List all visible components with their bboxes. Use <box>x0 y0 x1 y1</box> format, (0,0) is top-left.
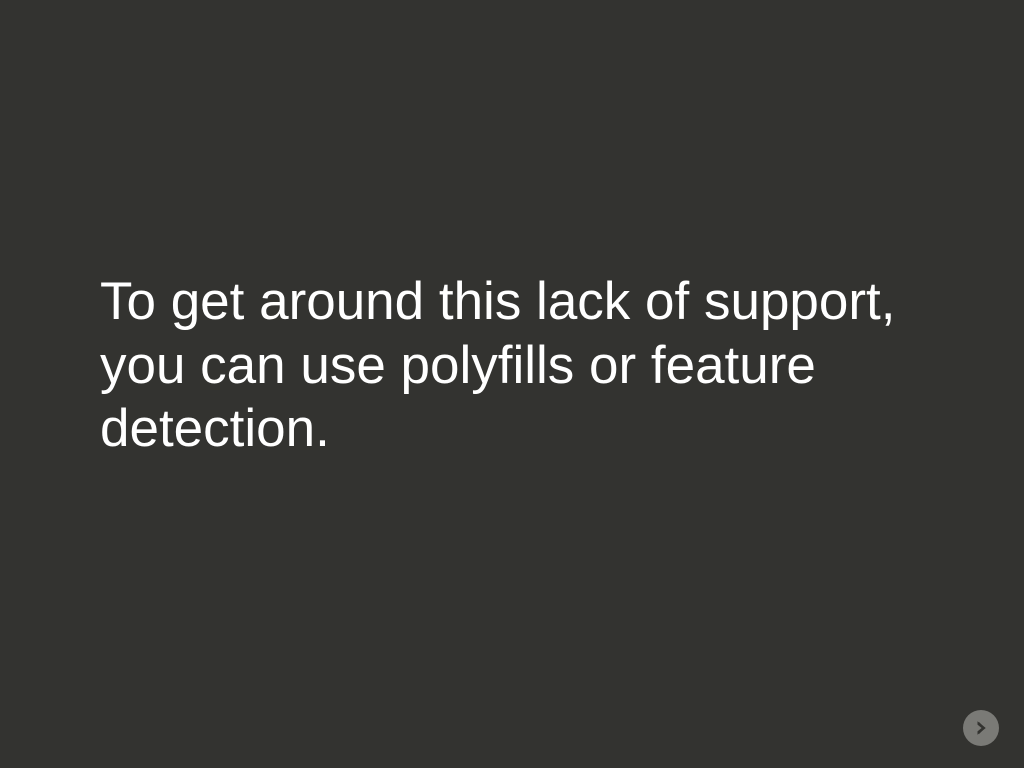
arrow-right-icon <box>973 719 991 737</box>
slide-content: To get around this lack of support, you … <box>100 270 920 461</box>
next-slide-button[interactable] <box>963 710 999 746</box>
slide-body-text: To get around this lack of support, you … <box>100 270 920 461</box>
